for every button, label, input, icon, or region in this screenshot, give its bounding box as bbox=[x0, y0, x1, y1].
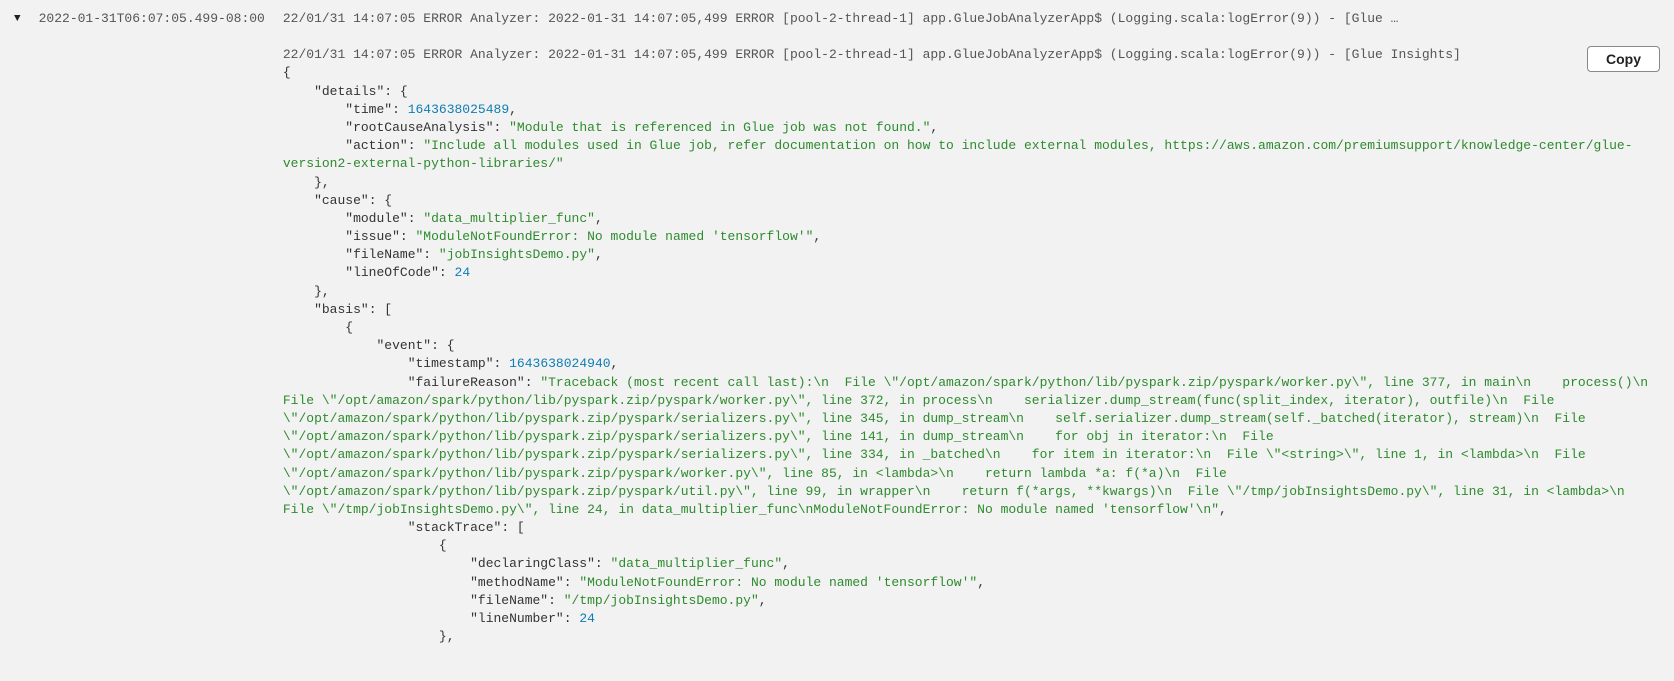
log-message-column: 22/01/31 14:07:05 ERROR Analyzer: 2022-0… bbox=[283, 10, 1660, 646]
expand-toggle-icon[interactable]: ▼ bbox=[14, 10, 21, 27]
log-detail-block: 22/01/31 14:07:05 ERROR Analyzer: 2022-0… bbox=[283, 46, 1660, 646]
log-summary-line: 22/01/31 14:07:05 ERROR Analyzer: 2022-0… bbox=[283, 10, 1660, 28]
copy-button[interactable]: Copy bbox=[1587, 46, 1660, 72]
log-timestamp: 2022-01-31T06:07:05.499-08:00 bbox=[39, 10, 265, 28]
log-row: ▼ 2022-01-31T06:07:05.499-08:00 22/01/31… bbox=[14, 10, 1660, 646]
